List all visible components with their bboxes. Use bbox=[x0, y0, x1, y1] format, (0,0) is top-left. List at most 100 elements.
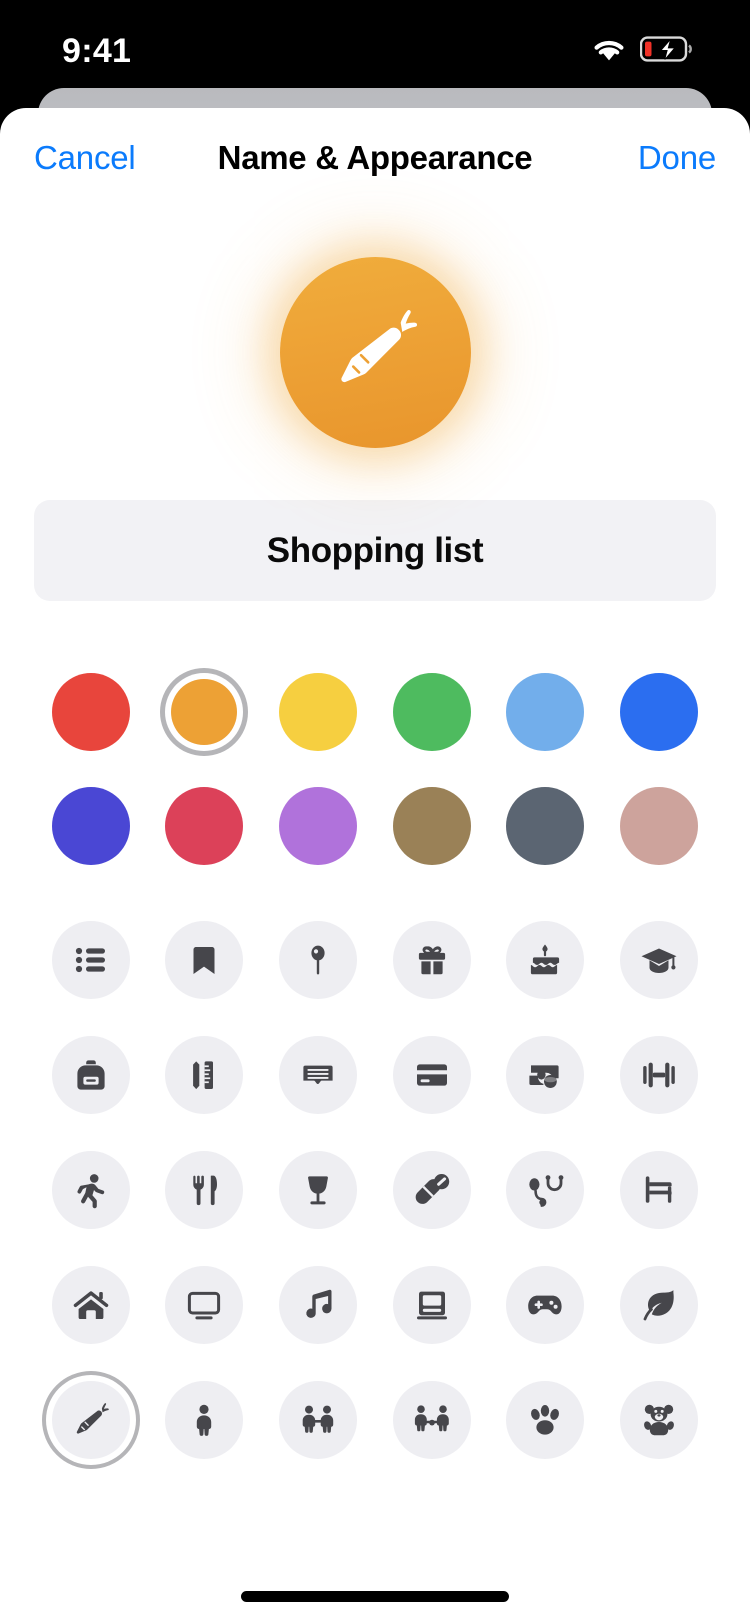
wifi-icon bbox=[591, 36, 627, 67]
running-person-icon bbox=[69, 1168, 113, 1212]
gift-icon bbox=[410, 938, 454, 982]
color-swatch-yellow[interactable] bbox=[279, 673, 358, 751]
icon-option-family[interactable] bbox=[392, 1381, 471, 1459]
sheet-navigation-bar: Cancel Name & Appearance Done bbox=[0, 108, 750, 208]
icon-option-music-note[interactable] bbox=[279, 1266, 358, 1344]
home-indicator[interactable] bbox=[241, 1591, 509, 1602]
icon-option-gift[interactable] bbox=[392, 921, 471, 999]
swatch-fill bbox=[392, 787, 471, 865]
color-picker-grid bbox=[34, 673, 716, 865]
color-swatch-dusty-rose[interactable] bbox=[620, 787, 699, 865]
swatch-fill bbox=[165, 787, 244, 865]
phone-screen: 9:41 Cancel Name & Appearance Done Shopp… bbox=[0, 0, 750, 1624]
name-appearance-sheet: Cancel Name & Appearance Done bbox=[0, 108, 750, 1624]
swatch-fill bbox=[51, 787, 130, 865]
icon-option-laptop[interactable] bbox=[392, 1266, 471, 1344]
graduation-cap-icon bbox=[637, 938, 681, 982]
family-icon bbox=[410, 1398, 454, 1442]
icon-option-pencil-ruler[interactable] bbox=[165, 1036, 244, 1114]
fork-knife-icon bbox=[182, 1168, 226, 1212]
done-button[interactable]: Done bbox=[638, 139, 716, 177]
card-holder-icon bbox=[296, 1053, 340, 1097]
backpack-icon bbox=[69, 1053, 113, 1097]
list-name-input[interactable] bbox=[34, 530, 716, 571]
icon-option-person[interactable] bbox=[165, 1381, 244, 1459]
color-swatch-pink-red[interactable] bbox=[165, 787, 244, 865]
color-swatch-indigo[interactable] bbox=[51, 787, 130, 865]
icon-option-bookmark[interactable] bbox=[165, 921, 244, 999]
icon-option-list[interactable] bbox=[51, 921, 130, 999]
icon-option-teddy-bear[interactable] bbox=[620, 1381, 699, 1459]
icon-option-birthday-cake[interactable] bbox=[506, 921, 585, 999]
color-swatch-green[interactable] bbox=[392, 673, 471, 751]
swatch-fill bbox=[51, 673, 130, 751]
color-swatch-brown[interactable] bbox=[392, 787, 471, 865]
list-name-field[interactable] bbox=[34, 500, 716, 601]
color-swatch-slate-gray[interactable] bbox=[506, 787, 585, 865]
pencil-ruler-icon bbox=[182, 1053, 226, 1097]
avatar-preview-area bbox=[0, 252, 750, 452]
status-bar-indicators bbox=[591, 35, 692, 67]
list-bullet-icon bbox=[69, 938, 113, 982]
cancel-button[interactable]: Cancel bbox=[34, 139, 136, 177]
television-icon bbox=[182, 1283, 226, 1327]
swatch-fill bbox=[279, 787, 358, 865]
icon-option-card-holder[interactable] bbox=[279, 1036, 358, 1114]
icon-option-credit-card[interactable] bbox=[392, 1036, 471, 1114]
swatch-fill bbox=[171, 679, 238, 745]
color-swatch-light-blue[interactable] bbox=[506, 673, 585, 751]
birthday-cake-icon bbox=[523, 938, 567, 982]
icon-option-leaf[interactable] bbox=[620, 1266, 699, 1344]
carrot-icon bbox=[69, 1398, 113, 1442]
icon-option-television[interactable] bbox=[165, 1266, 244, 1344]
icon-option-house[interactable] bbox=[51, 1266, 130, 1344]
icon-option-pin[interactable] bbox=[279, 921, 358, 999]
icon-option-two-people[interactable] bbox=[279, 1381, 358, 1459]
status-bar-time: 9:41 bbox=[62, 32, 132, 70]
icon-option-chair[interactable] bbox=[620, 1151, 699, 1229]
icon-option-wine-glass[interactable] bbox=[279, 1151, 358, 1229]
wine-glass-icon bbox=[296, 1168, 340, 1212]
laptop-icon bbox=[410, 1283, 454, 1327]
leaf-icon bbox=[637, 1283, 681, 1327]
paw-print-icon bbox=[523, 1398, 567, 1442]
color-swatch-red[interactable] bbox=[51, 673, 130, 751]
icon-option-fork-knife[interactable] bbox=[165, 1151, 244, 1229]
dumbbell-icon bbox=[637, 1053, 681, 1097]
avatar bbox=[279, 256, 471, 448]
status-bar: 9:41 bbox=[0, 0, 750, 92]
color-swatch-purple[interactable] bbox=[279, 787, 358, 865]
swatch-fill bbox=[392, 673, 471, 751]
icon-option-game-controller[interactable] bbox=[506, 1266, 585, 1344]
icon-option-paw-print[interactable] bbox=[506, 1381, 585, 1459]
icon-option-backpack[interactable] bbox=[51, 1036, 130, 1114]
icon-option-stethoscope[interactable] bbox=[506, 1151, 585, 1229]
battery-charging-icon bbox=[639, 35, 692, 67]
credit-card-icon bbox=[410, 1053, 454, 1097]
two-people-icon bbox=[296, 1398, 340, 1442]
chair-icon bbox=[637, 1168, 681, 1212]
house-icon bbox=[69, 1283, 113, 1327]
swatch-fill bbox=[506, 673, 585, 751]
swatch-fill bbox=[620, 673, 699, 751]
stethoscope-icon bbox=[523, 1168, 567, 1212]
map-pin-icon bbox=[296, 938, 340, 982]
color-swatch-blue[interactable] bbox=[620, 673, 699, 751]
cash-coins-icon bbox=[523, 1053, 567, 1097]
icon-option-pills[interactable] bbox=[392, 1151, 471, 1229]
music-note-icon bbox=[296, 1283, 340, 1327]
pills-icon bbox=[410, 1168, 454, 1212]
icon-option-running[interactable] bbox=[51, 1151, 130, 1229]
icon-picker-grid bbox=[34, 921, 716, 1459]
swatch-fill bbox=[620, 787, 699, 865]
person-icon bbox=[182, 1398, 226, 1442]
icon-option-dumbbell[interactable] bbox=[620, 1036, 699, 1114]
bookmark-icon bbox=[182, 938, 226, 982]
color-swatch-orange[interactable] bbox=[165, 673, 243, 751]
carrot-icon bbox=[323, 298, 427, 407]
icon-option-carrot[interactable] bbox=[51, 1381, 130, 1459]
icon-option-cash-coins[interactable] bbox=[506, 1036, 585, 1114]
swatch-fill bbox=[279, 673, 358, 751]
icon-option-graduation-cap[interactable] bbox=[620, 921, 699, 999]
teddy-bear-icon bbox=[637, 1398, 681, 1442]
